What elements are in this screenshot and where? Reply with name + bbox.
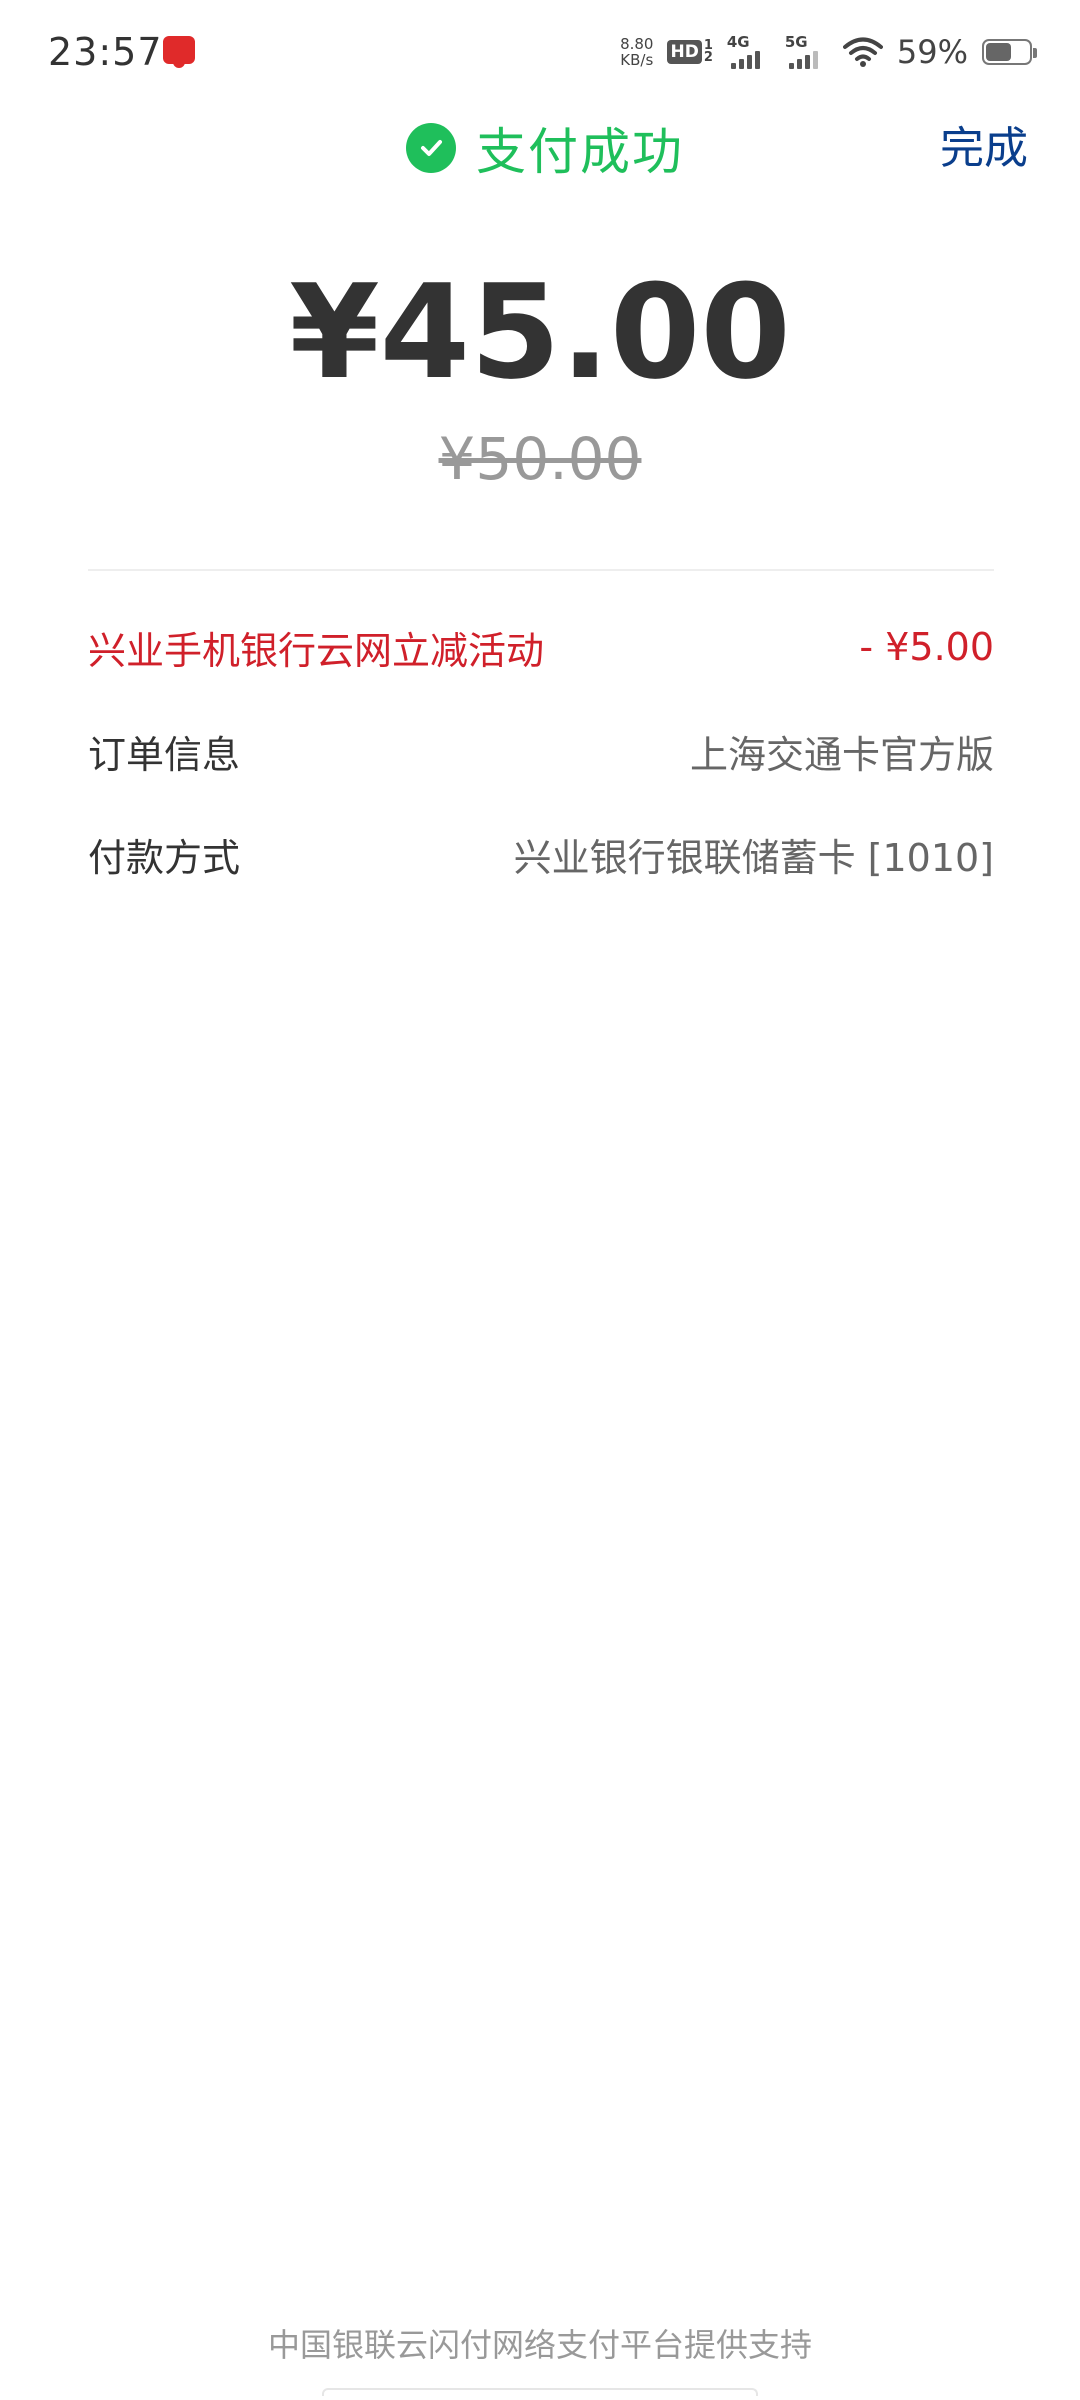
order-info-value: 上海交通卡官方版 bbox=[689, 732, 994, 777]
network-speed-unit: KB/s bbox=[620, 51, 654, 69]
done-button[interactable]: 完成 bbox=[940, 112, 1028, 176]
status-indicators: 8.80 KB/s HD 1 2 4G 5G 59% bbox=[620, 30, 1037, 74]
payment-success-screen: 23:57 8.80 KB/s HD 1 2 4G 5G 59% 支付成功 完成… bbox=[0, 0, 1080, 2400]
status-time: 23:57 bbox=[48, 30, 163, 74]
original-amount: ¥50.00 bbox=[438, 425, 642, 493]
signal-4g-icon: 4G bbox=[727, 33, 771, 71]
network-speed-value: 8.80 bbox=[620, 35, 654, 53]
battery-fill bbox=[986, 43, 1011, 61]
notification-app-icon bbox=[163, 36, 195, 68]
divider bbox=[88, 569, 994, 571]
home-indicator[interactable] bbox=[322, 2388, 758, 2396]
discount-row: 兴业手机银行云网立减活动 - ¥5.00 bbox=[88, 617, 994, 677]
battery-icon bbox=[982, 39, 1037, 65]
discount-label: 兴业手机银行云网立减活动 bbox=[88, 628, 545, 673]
signal-4g-bars bbox=[730, 51, 760, 69]
network-speed: 8.80 KB/s bbox=[620, 36, 653, 68]
footer-text: 中国银联云闪付网络支付平台提供支持 bbox=[267, 2326, 812, 2364]
order-info-row: 订单信息 上海交通卡官方版 bbox=[88, 721, 994, 781]
success-heading: 支付成功 bbox=[406, 112, 684, 184]
page-title: 支付成功 bbox=[476, 123, 684, 181]
checkmark-icon bbox=[421, 140, 442, 156]
wifi-icon bbox=[842, 37, 883, 67]
paid-amount: ¥45.00 bbox=[289, 256, 791, 408]
hd-sub: 1 2 bbox=[703, 39, 713, 65]
check-circle-icon bbox=[406, 123, 456, 173]
discount-value: - ¥5.00 bbox=[859, 625, 994, 669]
order-info-label: 订单信息 bbox=[88, 732, 241, 777]
payment-method-row: 付款方式 兴业银行银联储蓄卡 [1010] bbox=[88, 824, 994, 884]
status-bar: 23:57 8.80 KB/s HD 1 2 4G 5G 59% bbox=[0, 0, 1080, 100]
payment-method-label: 付款方式 bbox=[88, 835, 241, 880]
signal-5g-icon: 5G bbox=[785, 33, 829, 71]
hd-icon: HD 1 2 bbox=[667, 39, 713, 65]
signal-5g-bars bbox=[788, 51, 818, 69]
signal-5g-label: 5G bbox=[784, 33, 808, 51]
hd-sub-bottom: 2 bbox=[703, 50, 713, 65]
battery-percent: 59% bbox=[896, 33, 968, 71]
hd-label: HD bbox=[667, 40, 702, 64]
payment-method-value: 兴业银行银联储蓄卡 [1010] bbox=[513, 835, 994, 880]
signal-4g-label: 4G bbox=[726, 33, 750, 51]
header: 支付成功 完成 bbox=[0, 100, 1080, 190]
